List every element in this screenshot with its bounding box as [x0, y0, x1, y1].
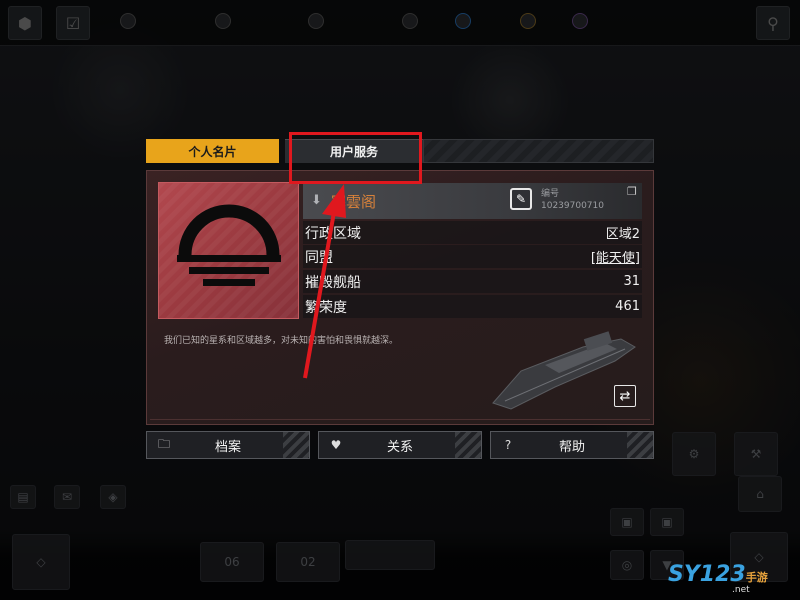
info-key: 同盟 [305, 249, 333, 266]
watermark-suffix: 手游 [745, 571, 768, 584]
help-icon: ? [504, 438, 512, 452]
watermark-logo: SY123手游 [668, 562, 768, 587]
download-icon[interactable]: ⬇ [311, 193, 322, 208]
watermark-domain: .net [732, 585, 750, 595]
info-value: 31 [623, 274, 640, 289]
tab-bar-filler [423, 139, 654, 163]
alliance-link[interactable]: [能天使] [591, 247, 640, 266]
id-label: 编号 [541, 189, 560, 199]
highlight-box [289, 132, 422, 184]
copy-icon[interactable]: ❐ [627, 185, 637, 198]
info-value: 区域2 [605, 227, 640, 242]
relation-icon: ♥ [330, 438, 342, 452]
button-stripe [627, 432, 653, 458]
info-row-alliance: 同盟 [能天使] [303, 245, 642, 268]
edit-icon[interactable]: ✎ [510, 188, 532, 210]
info-row-prosperity: 繁荣度 461 [303, 295, 642, 318]
panel-divider [150, 416, 650, 420]
id-value: 10239700710 [541, 201, 604, 211]
player-name: 寒雲阁 [331, 193, 377, 211]
help-button[interactable]: ? 帮助 [490, 431, 654, 459]
button-stripe [283, 432, 309, 458]
player-motto: 我们已知的星系和区域越多，对未知的害怕和畏惧就越深。 [164, 336, 399, 346]
info-key: 行政区域 [305, 225, 361, 242]
tab-personal-card[interactable]: 个人名片 [146, 139, 279, 163]
info-row-destroyed: 摧毁舰船 31 [303, 270, 642, 293]
swap-icon[interactable]: ⇄ [614, 385, 636, 407]
tab-label: 个人名片 [188, 144, 237, 159]
info-row-region: 行政区域 区域2 [303, 221, 642, 244]
emblem-icon [159, 183, 298, 318]
info-value: 461 [615, 299, 640, 314]
player-emblem[interactable] [158, 182, 299, 319]
relation-button[interactable]: ♥ 关系 [318, 431, 482, 459]
button-stripe [455, 432, 481, 458]
archive-button[interactable]: 🗀 档案 [146, 431, 310, 459]
watermark-brand: SY123 [668, 562, 746, 587]
folder-icon: 🗀 [157, 436, 170, 451]
info-key: 繁荣度 [305, 299, 347, 316]
info-key: 摧毁舰船 [305, 274, 361, 291]
